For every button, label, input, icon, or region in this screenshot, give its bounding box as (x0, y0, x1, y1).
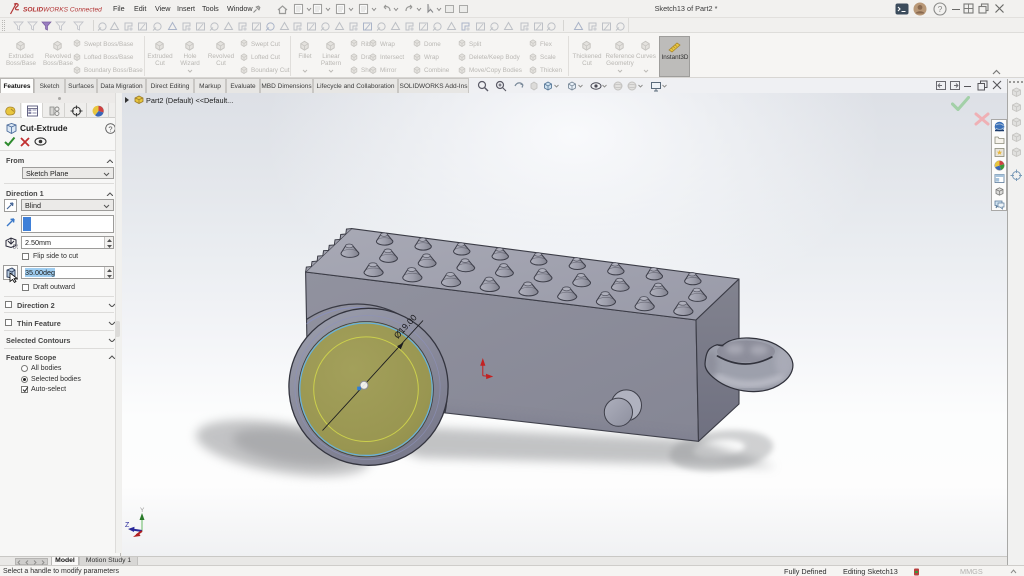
svg-text:D1: D1 (13, 245, 18, 250)
svg-text:Z: Z (125, 522, 130, 529)
svg-text:SOLIDWORKS Connected: SOLIDWORKS Connected (23, 7, 102, 14)
svg-text:Y: Y (140, 507, 145, 514)
svg-text:?: ? (108, 124, 112, 133)
svg-text:?: ? (938, 4, 943, 14)
